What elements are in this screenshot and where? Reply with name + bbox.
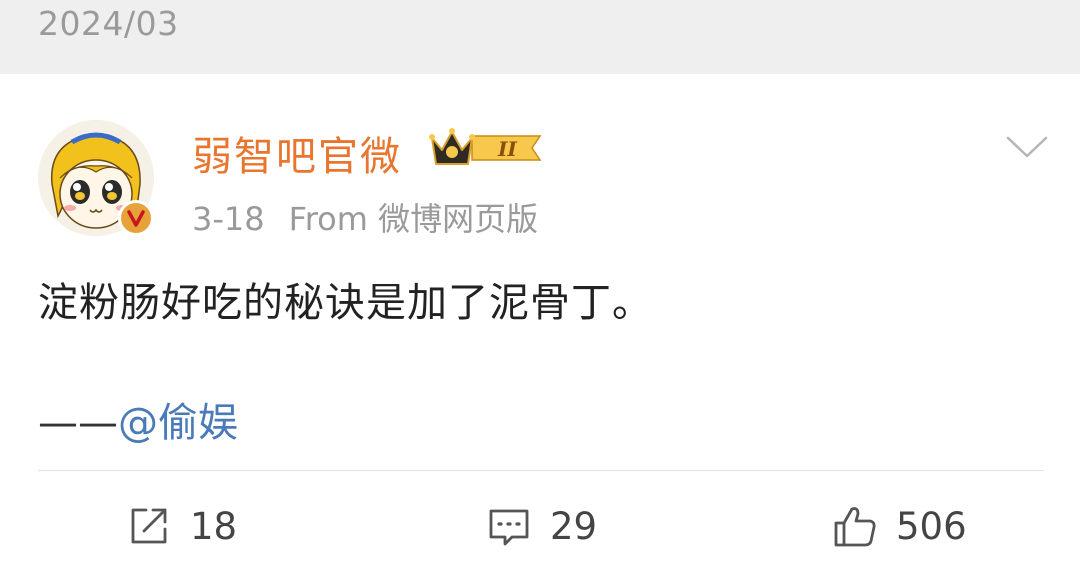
divider: [38, 470, 1044, 471]
post-credit: ——@偷娱: [38, 390, 238, 448]
date-label: 2024/03: [38, 4, 179, 43]
like-button[interactable]: 506: [832, 502, 967, 550]
vip-level-text: II: [497, 137, 517, 161]
post-meta: 3-18 From 微博网页版: [192, 194, 538, 240]
comment-count: 29: [550, 504, 598, 548]
repost-count: 18: [190, 504, 238, 548]
thumbs-up-icon: [834, 507, 876, 547]
post-time: 3-18: [192, 200, 265, 238]
vip-crown-badge-icon[interactable]: II: [428, 128, 544, 168]
mention-link[interactable]: @偷娱: [118, 400, 238, 446]
like-count: 506: [896, 504, 967, 548]
date-section-header: 2024/03: [0, 0, 1080, 74]
post-card[interactable]: 弱智吧官微 II 3-18 From 微博网页版 淀粉肠好吃的秘诀是加了泥骨丁。 …: [0, 74, 1080, 574]
chevron-down-icon[interactable]: [1004, 132, 1050, 162]
verified-v-icon: [118, 200, 154, 236]
comment-button[interactable]: 29: [486, 502, 597, 550]
post-body-text: 淀粉肠好吃的秘诀是加了泥骨丁。: [38, 280, 653, 326]
avatar[interactable]: [38, 120, 154, 236]
credit-dash: ——: [38, 400, 118, 446]
author-name[interactable]: 弱智吧官微: [192, 124, 402, 182]
comment-icon: [489, 509, 529, 546]
post-source: From 微博网页版: [288, 200, 539, 238]
weibo-post-screen: 2024/03 弱智吧官微 II 3-18 From 微博网页版 淀粉肠好吃的秘…: [0, 0, 1080, 574]
repost-button[interactable]: 18: [126, 502, 237, 550]
repost-icon: [131, 508, 167, 544]
